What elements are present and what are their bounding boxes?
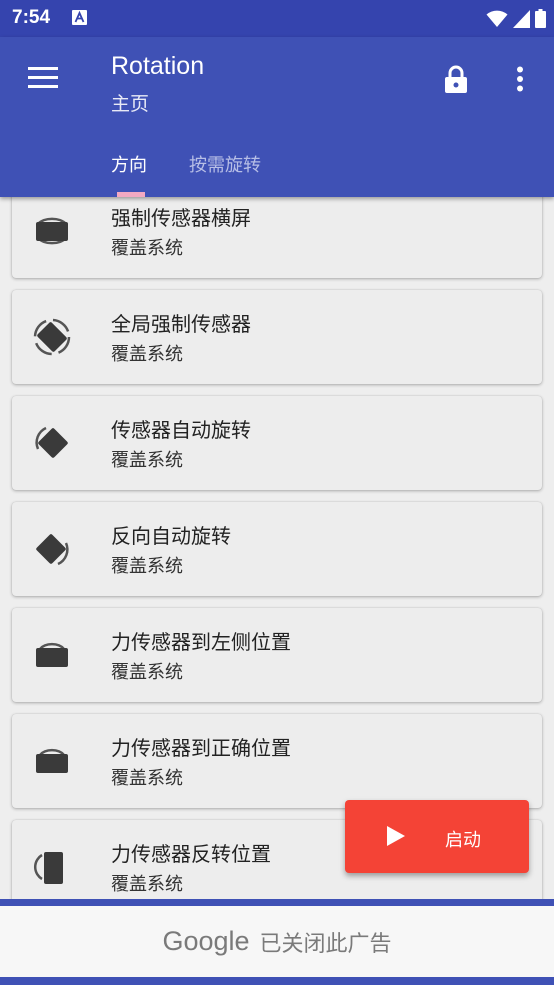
app-bar: Rotation 主页 方向 按需旋转 — [0, 37, 554, 197]
tab-on-demand-rotation[interactable]: 按需旋转 — [189, 151, 261, 177]
item-title: 反向自动旋转 — [111, 524, 231, 548]
item-subtitle: 覆盖系统 — [111, 768, 183, 789]
more-options-button[interactable] — [504, 61, 536, 101]
app-title: Rotation — [111, 52, 205, 80]
font-notification-icon — [72, 10, 87, 29]
lock-button[interactable] — [436, 61, 476, 101]
list-item[interactable]: 力传感器到左侧位置 覆盖系统 — [12, 608, 542, 702]
item-subtitle: 覆盖系统 — [111, 556, 183, 577]
start-button[interactable]: 启动 — [345, 800, 529, 873]
signal-icon — [513, 9, 530, 32]
tab-direction[interactable]: 方向 — [111, 151, 147, 177]
item-subtitle: 覆盖系统 — [111, 662, 183, 683]
full-sensor-rotate-icon — [32, 317, 72, 357]
ad-closed-text: 已关闭此广告 — [259, 931, 392, 957]
sensor-left-icon — [32, 635, 72, 675]
sensor-right-icon — [32, 741, 72, 781]
reverse-auto-rotate-icon — [32, 529, 72, 569]
orientation-list: 强制传感器横屏 覆盖系统 全局强制传感器 覆盖系统 传感器自动旋转 覆盖系统 反… — [0, 197, 554, 900]
item-title: 传感器自动旋转 — [111, 418, 251, 442]
sensor-landscape-icon — [32, 211, 72, 251]
lock-icon — [445, 65, 467, 97]
list-item[interactable]: 反向自动旋转 覆盖系统 — [12, 502, 542, 596]
app-root: 7:54 Rotation 主页 方向 按需旋转 强制传感器横屏 覆盖系统 全局… — [0, 0, 554, 985]
tab-bar: 方向 按需旋转 — [0, 141, 554, 197]
app-subtitle: 主页 — [111, 93, 150, 115]
menu-button[interactable] — [20, 57, 66, 103]
list-item[interactable]: 力传感器到正确位置 覆盖系统 — [12, 714, 542, 808]
item-title: 力传感器到左侧位置 — [111, 630, 291, 654]
item-title: 力传感器到正确位置 — [111, 736, 291, 760]
start-button-label: 启动 — [445, 830, 481, 851]
wifi-icon — [486, 10, 508, 32]
item-title: 全局强制传感器 — [111, 312, 251, 336]
more-vert-icon — [516, 66, 524, 96]
item-subtitle: 覆盖系统 — [111, 874, 183, 895]
list-item[interactable]: 传感器自动旋转 覆盖系统 — [12, 396, 542, 490]
hamburger-menu-icon — [28, 67, 58, 93]
status-bar: 7:54 — [0, 0, 554, 37]
status-icons — [486, 9, 546, 32]
sensor-reverse-icon — [32, 847, 72, 887]
ad-content: Google 已关闭此广告 — [0, 906, 554, 977]
tab-indicator — [117, 192, 145, 197]
item-subtitle: 覆盖系统 — [111, 344, 183, 365]
play-icon — [387, 826, 405, 850]
google-logo: Google — [162, 926, 250, 956]
list-item[interactable]: 强制传感器横屏 覆盖系统 — [12, 197, 542, 278]
status-time: 7:54 — [12, 7, 51, 28]
item-subtitle: 覆盖系统 — [111, 450, 183, 471]
list-item[interactable]: 全局强制传感器 覆盖系统 — [12, 290, 542, 384]
item-subtitle: 覆盖系统 — [111, 238, 183, 259]
auto-rotate-icon — [32, 423, 72, 463]
item-title: 强制传感器横屏 — [111, 206, 251, 230]
battery-icon — [535, 9, 546, 32]
item-title: 力传感器反转位置 — [111, 842, 271, 866]
ad-banner: Google 已关闭此广告 — [0, 899, 554, 985]
